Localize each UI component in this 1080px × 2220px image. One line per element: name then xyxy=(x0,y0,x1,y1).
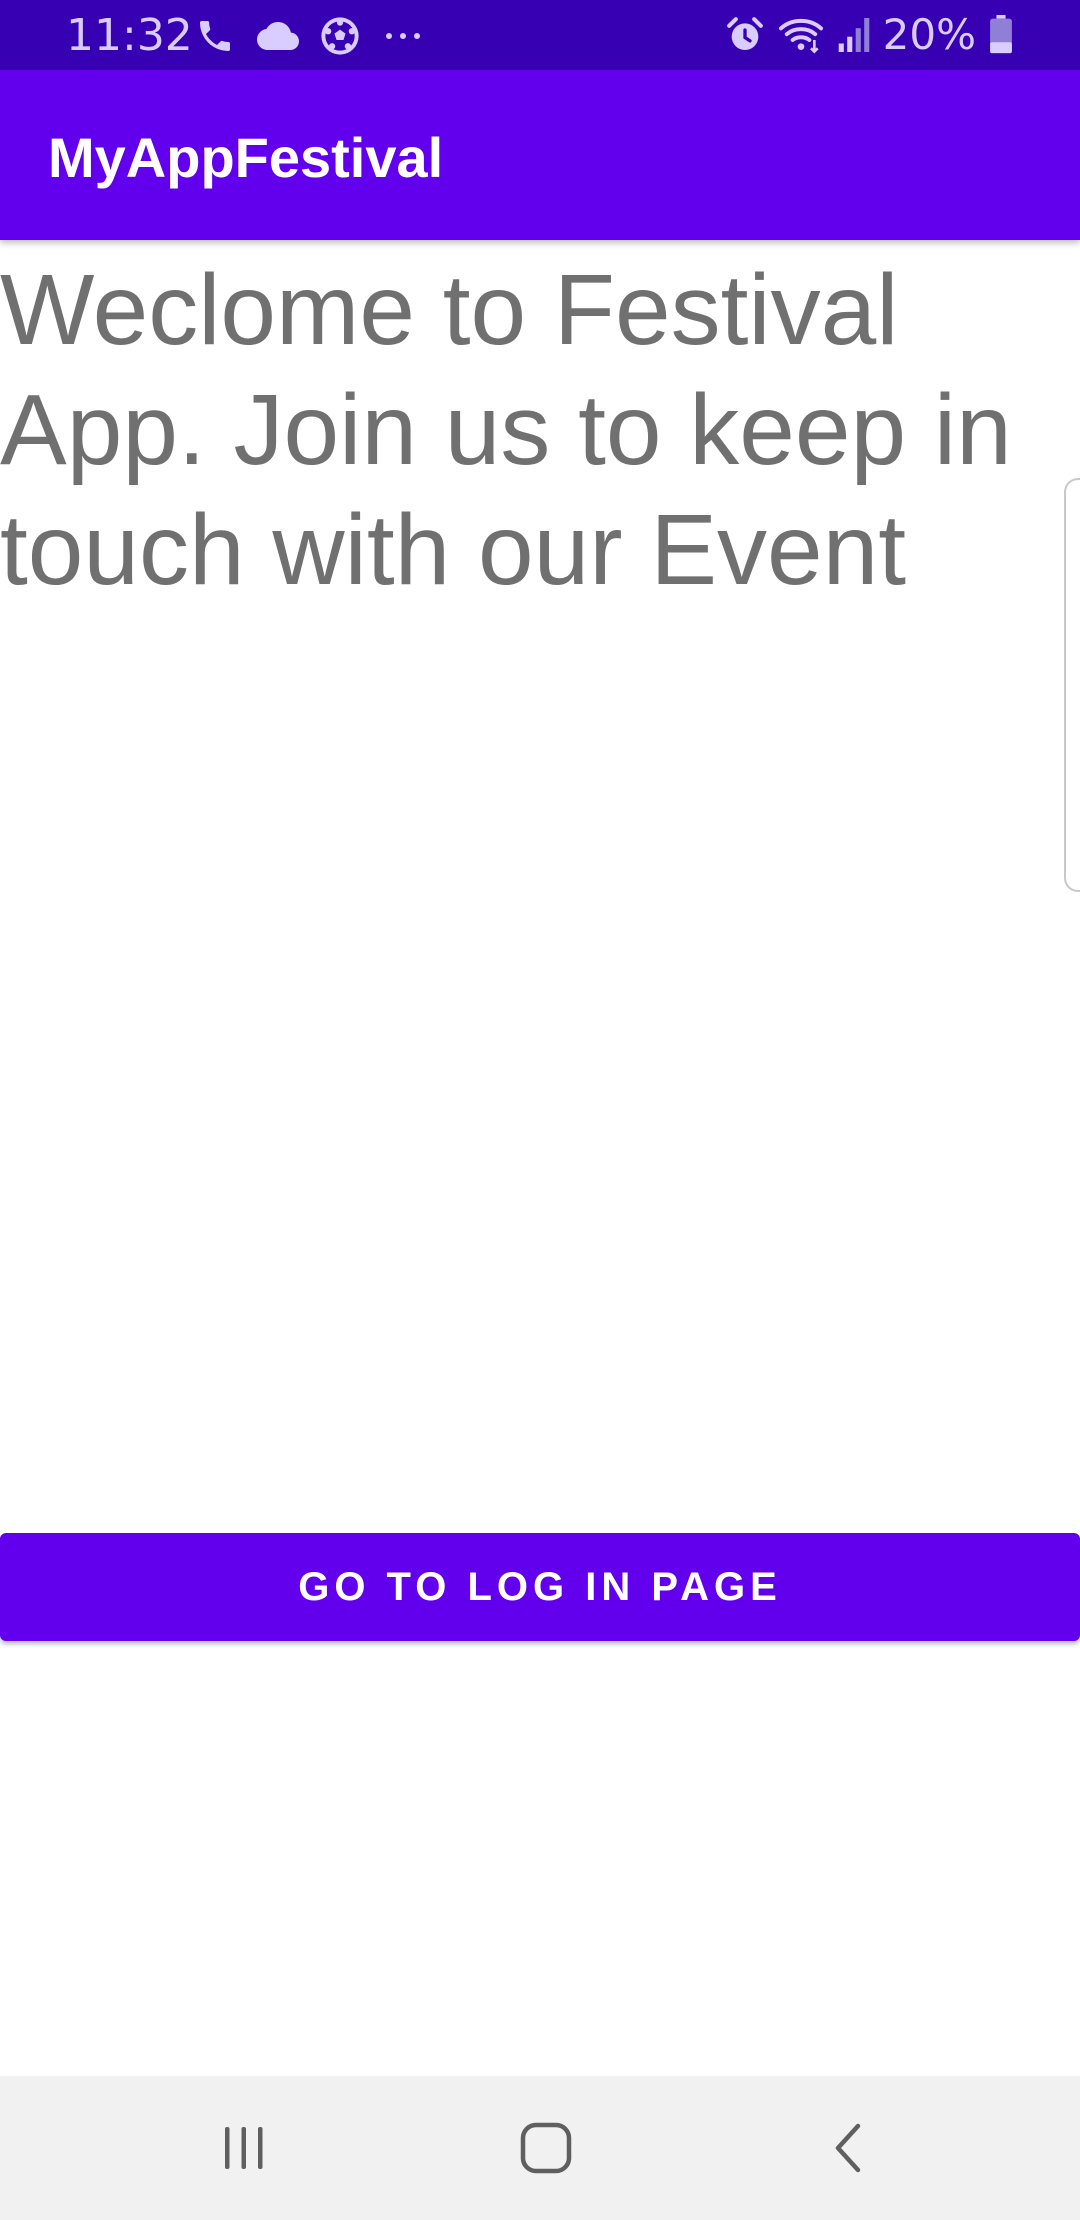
go-to-login-button[interactable]: GO TO LOG IN PAGE xyxy=(0,1533,1080,1641)
wifi-icon xyxy=(777,15,825,55)
more-dots-icon xyxy=(381,30,425,42)
status-right-icons: 20% xyxy=(725,10,1014,60)
edge-panel-handle[interactable] xyxy=(1064,478,1080,892)
screen: 11:32 20% MyAppFestival Weclome to Festi… xyxy=(0,0,1080,2220)
navigation-bar xyxy=(0,2076,1080,2220)
back-button[interactable] xyxy=(798,2098,898,2198)
recents-icon xyxy=(225,2127,263,2169)
status-time: 11:32 xyxy=(66,10,193,61)
signal-icon xyxy=(837,16,871,54)
cloud-icon xyxy=(257,19,299,53)
app-bar: MyAppFestival xyxy=(0,70,1080,240)
phone-icon xyxy=(195,16,235,56)
welcome-text: Weclome to Festival App. Join us to keep… xyxy=(0,254,1012,606)
home-button[interactable] xyxy=(496,2098,596,2198)
home-icon xyxy=(520,2122,572,2174)
app-title: MyAppFestival xyxy=(48,126,444,189)
status-bar: 11:32 20% xyxy=(0,0,1080,70)
back-icon xyxy=(835,2123,861,2173)
status-left-icons xyxy=(195,14,425,58)
battery-icon xyxy=(988,15,1014,55)
alarm-icon xyxy=(725,15,765,55)
battery-percent: 20% xyxy=(882,10,976,59)
soccer-ball-icon xyxy=(321,17,359,55)
recents-button[interactable] xyxy=(194,2098,294,2198)
